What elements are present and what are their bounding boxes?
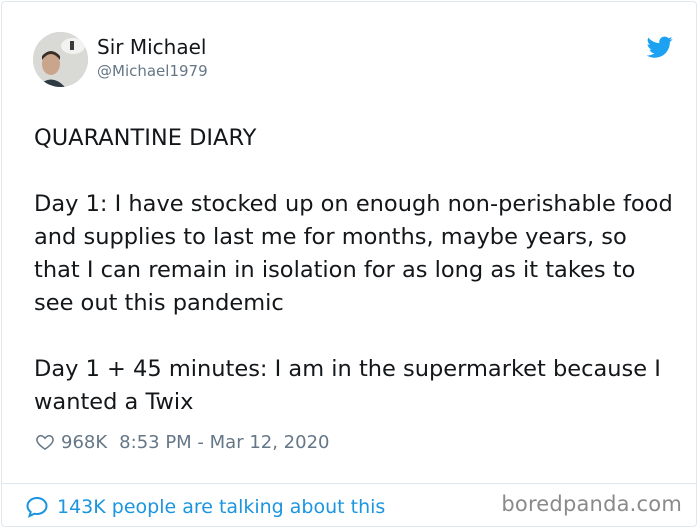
tweet-text: QUARANTINE DIARY Day 1: I have stocked u… [34,122,674,419]
avatar-image [33,32,88,87]
conversation-link[interactable]: 143K people are talking about this [25,494,385,520]
twitter-bird-icon[interactable] [647,34,673,60]
avatar[interactable] [33,32,88,87]
tweet-paragraph: Day 1: I have stocked up on enough non-p… [34,191,673,316]
speech-bubble-icon [26,496,48,518]
tweet-paragraph: Day 1 + 45 minutes: I am in the supermar… [34,356,661,415]
tweet-timestamp[interactable]: 8:53 PM - Mar 12, 2020 [119,432,329,453]
tweet-header: Sir Michael @Michael1979 [33,32,673,92]
tweet-meta: 968K 8:53 PM - Mar 12, 2020 [35,430,329,454]
conversation-text[interactable]: 143K people are talking about this [57,496,385,518]
footer-divider [2,483,696,484]
like-count[interactable]: 968K [61,432,107,453]
user-handle[interactable]: @Michael1979 [97,61,208,81]
tweet-card: Sir Michael @Michael1979 QUARANTINE DIAR… [1,1,697,527]
author-names: Sir Michael @Michael1979 [97,35,208,81]
watermark: boredpanda.com [501,492,682,516]
display-name[interactable]: Sir Michael [97,35,208,59]
tweet-paragraph: QUARANTINE DIARY [34,125,257,151]
heart-icon[interactable] [35,432,55,452]
